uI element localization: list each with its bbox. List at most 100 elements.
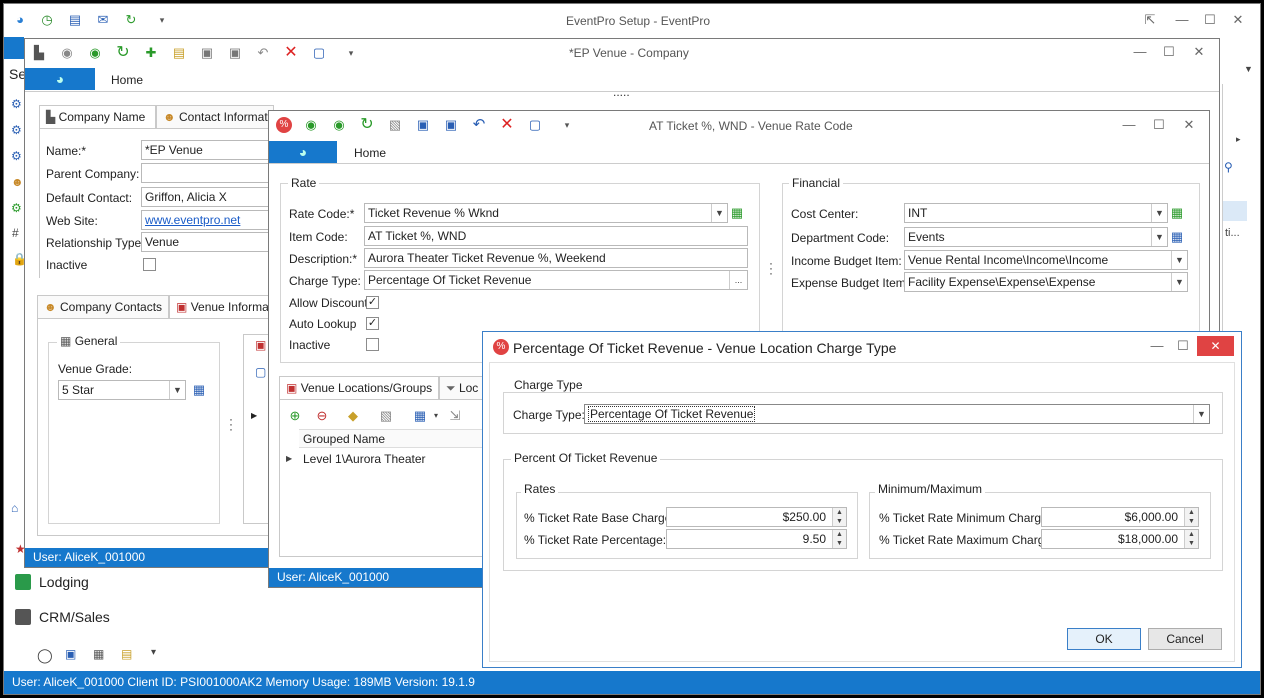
export-icon[interactable]: ⇲	[447, 408, 463, 424]
down-icon[interactable]: ◉	[331, 117, 347, 133]
maximize-icon[interactable]: ☐	[1176, 339, 1190, 353]
minimize-icon[interactable]: —	[1133, 45, 1147, 59]
chevron-down-icon[interactable]: ▼	[1171, 251, 1187, 269]
undo-icon[interactable]: ↶	[471, 117, 487, 133]
tab-venue-locations[interactable]: ▣ Venue Locations/Groups	[279, 376, 439, 400]
toolbar-dropdown-icon[interactable]: ▾	[343, 45, 359, 61]
up-icon[interactable]: ◉	[59, 45, 75, 61]
nav-lodging[interactable]: Lodging	[39, 574, 89, 590]
left-nav-icon-2[interactable]: ⚙	[11, 123, 22, 137]
allow-discount-checkbox[interactable]: ✓	[366, 296, 379, 309]
save-icon[interactable]: ▣	[415, 117, 431, 133]
name-field[interactable]: *EP Venue	[141, 140, 271, 160]
chevron-down-icon[interactable]: ▼	[1171, 273, 1187, 291]
chevron-down-icon[interactable]: ▼	[1151, 228, 1167, 246]
left-nav-icon-5[interactable]: ⚙	[11, 201, 22, 215]
copy-icon[interactable]: ▧	[378, 408, 394, 424]
restore-icon[interactable]: ⇱	[1143, 13, 1157, 27]
rate-app-button[interactable]: ◕	[269, 141, 337, 163]
dialog-close-button[interactable]: ✕	[1197, 336, 1234, 356]
chevron-down-icon[interactable]: ▼	[1151, 204, 1167, 222]
remove-location-icon[interactable]: ⊖	[314, 408, 330, 424]
tab-company-contacts[interactable]: ☻ Company Contacts	[37, 295, 169, 319]
close-icon[interactable]: ✕	[1231, 13, 1245, 27]
web-site-field[interactable]: www.eventpro.net	[141, 210, 271, 230]
close-icon[interactable]: ✕	[1192, 45, 1206, 59]
ok-button[interactable]: OK	[1067, 628, 1141, 650]
venue-grade-select[interactable]: 5 Star ▼	[58, 380, 186, 400]
minimize-icon[interactable]: —	[1175, 13, 1189, 27]
left-nav-icon-4[interactable]: ☻	[11, 175, 24, 189]
rate-inactive-checkbox[interactable]	[366, 338, 379, 351]
lookup-icon[interactable]: ▦	[1169, 229, 1185, 245]
max-charge-field[interactable]: $18,000.00 ▲ ▼	[1041, 529, 1199, 549]
new-document-icon[interactable]: ▢	[311, 45, 327, 61]
refresh-icon[interactable]: ↻	[123, 12, 139, 28]
ellipsis-button[interactable]: ...	[729, 271, 747, 289]
document-icon[interactable]: ▤	[67, 12, 83, 28]
refresh-icon[interactable]: ↻	[115, 45, 131, 61]
save-close-icon[interactable]: ▣	[227, 45, 243, 61]
company-ribbon-home-tab[interactable]: Home	[111, 73, 143, 87]
minimize-icon[interactable]: —	[1122, 118, 1136, 132]
down-icon[interactable]: ◉	[87, 45, 103, 61]
minimize-icon[interactable]: —	[1150, 339, 1164, 353]
spinner-icon[interactable]: ▲ ▼	[832, 508, 846, 526]
lookup-icon[interactable]: ▦	[191, 382, 207, 398]
tab-venue-information[interactable]: ▣ Venue Informa	[169, 295, 269, 319]
description-field[interactable]: Aurora Theater Ticket Revenue %, Weekend	[364, 248, 748, 268]
grid-row-level1[interactable]: Level 1\Aurora Theater	[303, 452, 426, 466]
default-contact-field[interactable]: Griffon, Alicia X	[141, 187, 271, 207]
view-dropdown-icon[interactable]: ▾	[428, 408, 444, 424]
cancel-button[interactable]: Cancel	[1148, 628, 1222, 650]
save-icon[interactable]: ▣	[199, 45, 215, 61]
department-code-select[interactable]: Events ▼	[904, 227, 1168, 247]
left-nav-icon-6[interactable]: #	[12, 226, 19, 240]
rate-code-select[interactable]: Ticket Revenue % Wknd ▼	[364, 203, 728, 223]
right-pane-search-icon[interactable]: ⚲	[1224, 160, 1233, 174]
min-charge-field[interactable]: $6,000.00 ▲ ▼	[1041, 507, 1199, 527]
company-app-button[interactable]: ◕	[25, 68, 95, 90]
dialog-charge-type-select[interactable]: Percentage Of Ticket Revenue ▼	[584, 404, 1210, 424]
expense-budget-select[interactable]: Facility Expense\Expense\Expense ▼	[904, 272, 1188, 292]
chevron-down-icon[interactable]: ▼	[169, 381, 185, 399]
venue-grid-stub-arrow[interactable]: ▶	[251, 411, 257, 420]
nav-crm-sales[interactable]: CRM/Sales	[39, 609, 110, 625]
tag-icon[interactable]: ◆	[345, 408, 361, 424]
spinner-icon[interactable]: ▲ ▼	[1184, 530, 1198, 548]
calculator-icon[interactable]: ▦	[93, 647, 104, 661]
mail-icon[interactable]: ✉	[95, 12, 111, 28]
quick-access-dropdown-icon[interactable]: ▾	[154, 12, 170, 28]
maximize-icon[interactable]: ☐	[1203, 13, 1217, 27]
maximize-icon[interactable]: ☐	[1152, 118, 1166, 132]
view-icon[interactable]: ▦	[412, 408, 428, 424]
maximize-icon[interactable]: ☐	[1162, 45, 1176, 59]
web-site-link[interactable]: www.eventpro.net	[145, 213, 240, 227]
venue-grid-stub-icon2[interactable]: ▢	[255, 365, 266, 379]
new-document-icon[interactable]: ▢	[527, 117, 543, 133]
parent-company-field[interactable]	[141, 163, 271, 183]
add-icon[interactable]: ✚	[143, 45, 159, 61]
left-nav-icon-8[interactable]: ⌂	[11, 501, 18, 515]
left-nav-icon-1[interactable]: ⚙	[11, 97, 22, 111]
rate-splitter-handle[interactable]: · · ·	[769, 257, 773, 279]
rate-ribbon-home-tab[interactable]: Home	[354, 146, 386, 160]
rate-percentage-field[interactable]: 9.50 ▲ ▼	[666, 529, 847, 549]
refresh-icon[interactable]: ↻	[359, 117, 375, 133]
grouped-name-header[interactable]: Grouped Name	[303, 432, 385, 446]
charge-type-field[interactable]: Percentage Of Ticket Revenue ...	[364, 270, 748, 290]
notes-icon[interactable]: ▤	[121, 647, 132, 661]
base-charge-field[interactable]: $250.00 ▲ ▼	[666, 507, 847, 527]
clipboard-icon[interactable]: ▤	[171, 45, 187, 61]
undo-icon[interactable]: ↶	[255, 45, 271, 61]
spinner-icon[interactable]: ▲ ▼	[1184, 508, 1198, 526]
company-splitter-dots[interactable]: .....	[613, 85, 630, 99]
tab-company-name[interactable]: ▙ Company Name	[39, 105, 156, 129]
company-inactive-checkbox[interactable]	[143, 258, 156, 271]
copy-icon[interactable]: ▧	[387, 117, 403, 133]
right-pane-arrow-icon[interactable]: ▸	[1236, 134, 1241, 145]
relationship-type-field[interactable]: Venue	[141, 232, 271, 252]
income-budget-select[interactable]: Venue Rental Income\Income\Income ▼	[904, 250, 1188, 270]
tab-contact-information[interactable]: ☻ Contact Informati	[156, 105, 274, 129]
spinner-icon[interactable]: ▲ ▼	[832, 530, 846, 548]
